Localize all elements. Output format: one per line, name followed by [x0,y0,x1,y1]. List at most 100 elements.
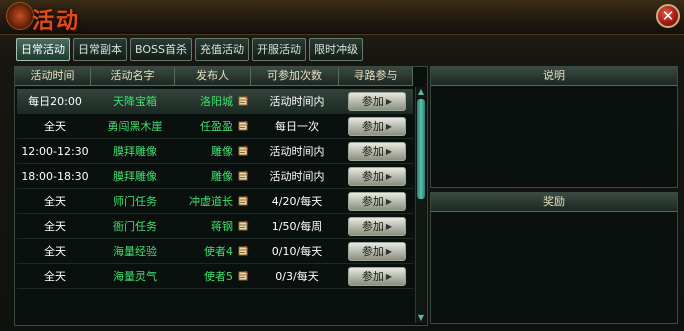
join-button-label: 参加 [361,144,384,158]
scroll-icon [233,120,253,132]
row-publisher[interactable]: 冲虚道长 [177,193,233,209]
close-button[interactable]: ✕ [656,4,680,28]
join-button-label: 参加 [361,94,384,108]
row-time: 全天 [44,120,66,133]
join-button-label: 参加 [361,244,384,258]
row-publisher[interactable]: 雕像 [177,143,233,159]
table-header: 活动时间 活动名字 发布人 可参加次数 寻路参与 [15,67,413,86]
scroll-icon [233,245,253,257]
row-publisher[interactable]: 蒋钢 [177,218,233,234]
scroll-down-icon[interactable]: ▼ [416,313,426,323]
table-row[interactable]: 18:00-18:30 膜拜雕像 雕像 活动时间内 参加 ▶ [17,164,413,189]
reward-title: 奖励 [431,193,677,212]
chevron-right-icon: ▶ [385,221,393,231]
row-activity-name: 师门任务 [113,195,157,208]
activity-window: 活动 ✕ 日常活动 日常副本 BOSS首杀 充值活动 开服活动 限时冲级 活动时… [0,0,684,331]
window-title: 活动 [32,8,81,34]
scroll-icon [233,220,253,232]
tab-recharge-activity[interactable]: 充值活动 [194,38,249,61]
row-join-cell: 参加 ▶ [341,91,413,111]
header-join: 寻路参与 [339,67,413,85]
scroll-icon [233,145,253,157]
tab-bar: 日常活动 日常副本 BOSS首杀 充值活动 开服活动 限时冲级 [16,38,363,62]
row-count: 活动时间内 [269,170,325,183]
row-activity-name: 海量灵气 [113,270,157,283]
row-publisher[interactable]: 任盈盈 [177,118,233,134]
chevron-right-icon: ▶ [385,271,393,281]
join-button[interactable]: 参加 ▶ [348,91,406,111]
table-row[interactable]: 全天 海量经验 使者4 0/10/每天 参加 ▶ [17,239,413,264]
chevron-right-icon: ▶ [385,146,393,156]
join-button[interactable]: 参加 ▶ [348,191,406,211]
row-join-cell: 参加 ▶ [341,166,413,186]
join-button[interactable]: 参加 ▶ [348,216,406,236]
table-row[interactable]: 全天 海量灵气 使者5 0/3/每天 参加 ▶ [17,264,413,289]
row-activity-name: 海量经验 [113,245,157,258]
row-time: 18:00-18:30 [21,169,89,183]
join-button-label: 参加 [361,169,384,183]
row-count: 0/10/每天 [271,245,323,258]
row-activity-name: 天降宝箱 [113,95,157,108]
join-button[interactable]: 参加 ▶ [348,141,406,161]
row-join-cell: 参加 ▶ [341,216,413,236]
row-time: 每日20:00 [28,95,82,108]
scrollbar-thumb[interactable] [417,99,425,199]
row-publisher[interactable]: 洛阳城 [177,93,233,109]
description-title: 说明 [431,67,677,86]
header-name: 活动名字 [91,67,175,85]
table-row[interactable]: 全天 衙门任务 蒋钢 1/50/每周 参加 ▶ [17,214,413,239]
row-activity-name: 膜拜雕像 [113,145,157,158]
row-activity-name: 勇闯黑木崖 [107,120,163,133]
reward-box: 奖励 [430,192,678,324]
chevron-right-icon: ▶ [385,196,393,206]
row-activity-name: 膜拜雕像 [113,170,157,183]
header-publisher: 发布人 [175,67,251,85]
table-row[interactable]: 全天 师门任务 冲虚道长 4/20/每天 参加 ▶ [17,189,413,214]
tab-boss-first-kill[interactable]: BOSS首杀 [130,38,192,61]
row-publisher[interactable]: 使者5 [177,268,233,284]
chevron-right-icon: ▶ [385,96,393,106]
join-button[interactable]: 参加 ▶ [348,241,406,261]
tab-limited-level-race[interactable]: 限时冲级 [308,38,363,61]
table-row[interactable]: 全天 勇闯黑木崖 任盈盈 每日一次 参加 ▶ [17,114,413,139]
title-bar: 活动 ✕ [0,0,684,35]
row-count: 4/20/每天 [271,195,323,208]
header-time: 活动时间 [15,67,91,85]
table-row[interactable]: 12:00-12:30 膜拜雕像 雕像 活动时间内 参加 ▶ [17,139,413,164]
tab-server-open-activity[interactable]: 开服活动 [251,38,306,61]
scroll-icon [233,195,253,207]
row-join-cell: 参加 ▶ [341,141,413,161]
join-button[interactable]: 参加 ▶ [348,116,406,136]
join-button-label: 参加 [361,219,384,233]
chevron-right-icon: ▶ [385,121,393,131]
table-body: 每日20:00 天降宝箱 洛阳城 活动时间内 参加 ▶ 全天 勇闯黑木崖 任盈盈 每日一次 参加 ▶ 1… [17,89,413,289]
table-scrollbar[interactable]: ▲ ▼ [415,87,426,323]
join-button-label: 参加 [361,119,384,133]
scroll-up-icon[interactable]: ▲ [416,87,426,97]
join-button-label: 参加 [361,194,384,208]
row-time: 全天 [44,220,66,233]
row-time: 12:00-12:30 [21,144,89,158]
join-button[interactable]: 参加 ▶ [348,266,406,286]
join-button-label: 参加 [361,269,384,283]
row-join-cell: 参加 ▶ [341,241,413,261]
row-publisher[interactable]: 使者4 [177,243,233,259]
chevron-right-icon: ▶ [385,246,393,256]
activity-table-panel: 活动时间 活动名字 发布人 可参加次数 寻路参与 每日20:00 天降宝箱 洛阳城活… [14,66,428,326]
tab-daily-dungeon[interactable]: 日常副本 [73,38,127,61]
chevron-right-icon: ▶ [385,171,393,181]
tab-daily-activity[interactable]: 日常活动 [16,38,70,61]
row-activity-name: 衙门任务 [113,220,157,233]
scroll-icon [233,170,253,182]
row-join-cell: 参加 ▶ [341,191,413,211]
row-count: 1/50/每周 [271,220,323,233]
close-icon: ✕ [661,7,675,25]
window-emblem-icon [6,2,34,30]
table-row[interactable]: 每日20:00 天降宝箱 洛阳城 活动时间内 参加 ▶ [17,89,413,114]
scroll-icon [233,270,253,282]
row-publisher[interactable]: 雕像 [177,168,233,184]
scroll-icon [233,95,253,107]
join-button[interactable]: 参加 ▶ [348,166,406,186]
description-box: 说明 [430,66,678,188]
row-time: 全天 [44,245,66,258]
